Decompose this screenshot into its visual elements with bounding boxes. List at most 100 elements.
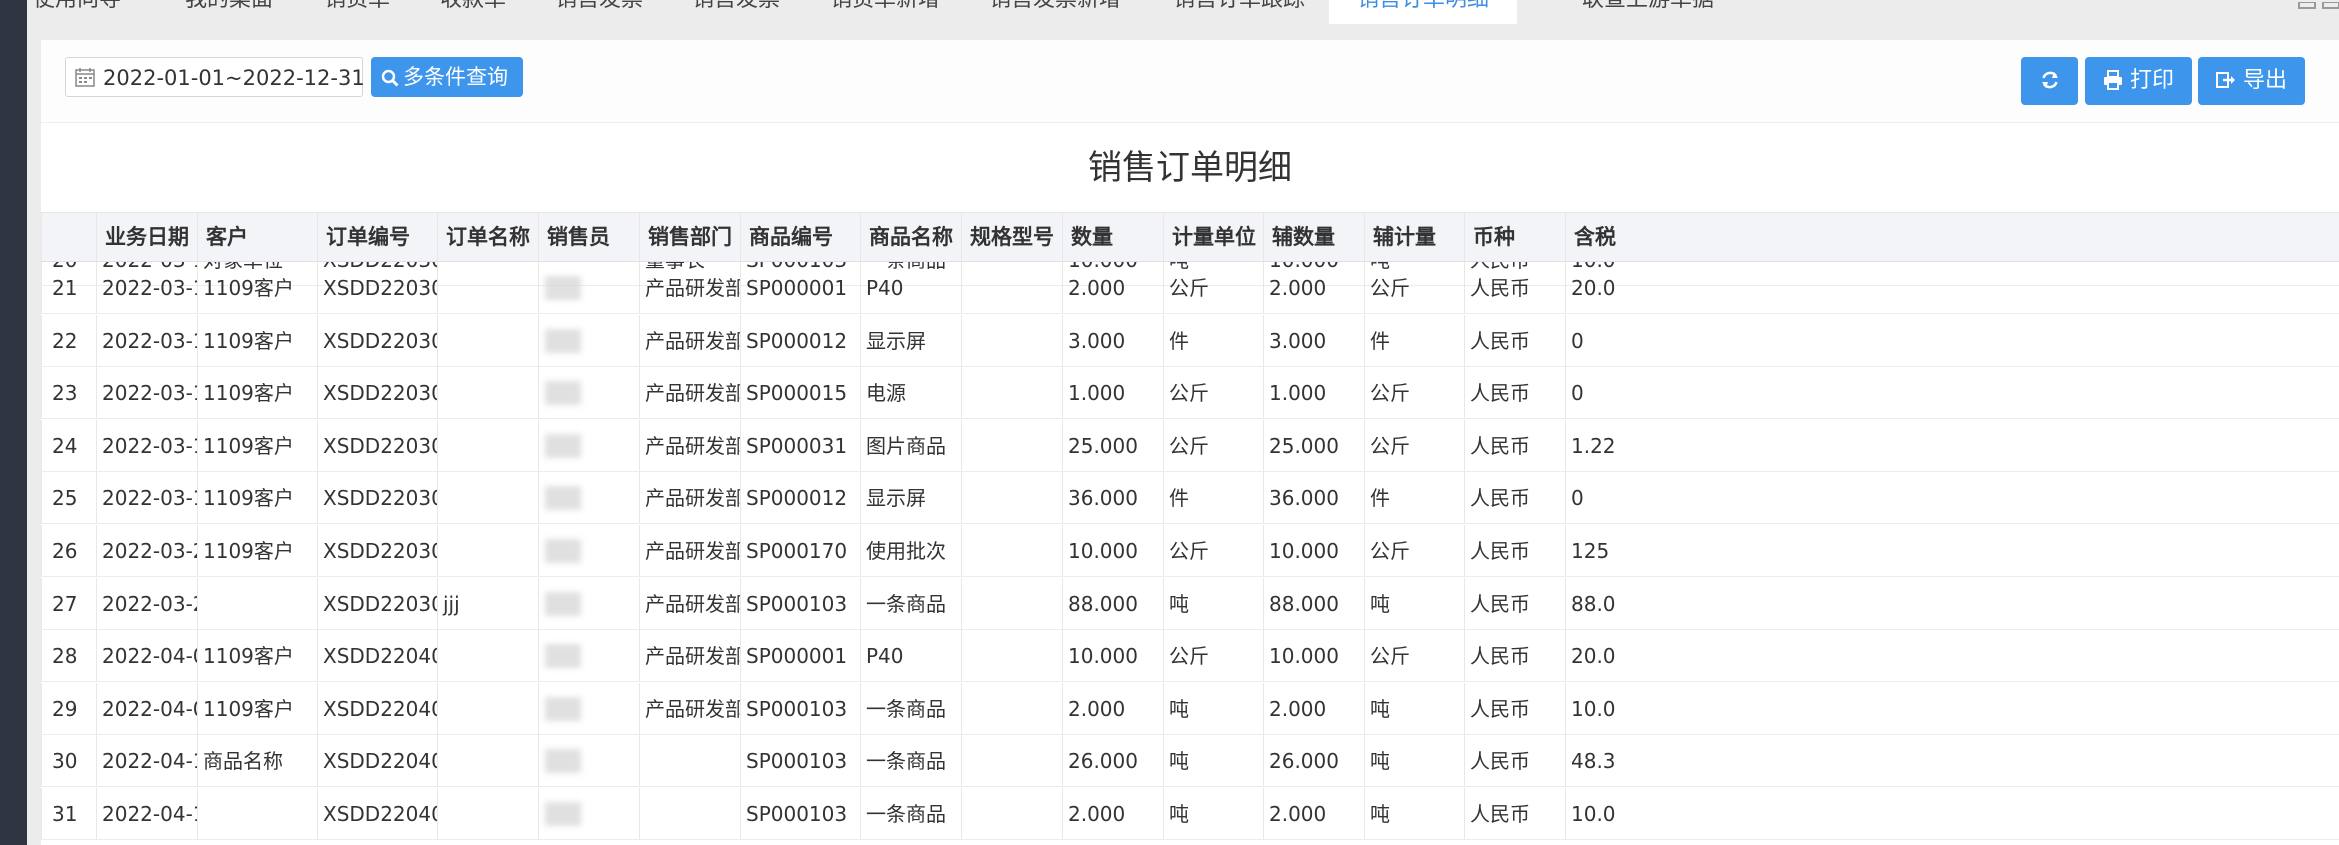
cell-currency: 人民币 xyxy=(1464,419,1565,471)
tab-sales-invoice-2[interactable]: 销售发票 xyxy=(692,0,780,24)
table-row[interactable]: 252022-03-191109客户XSDD22030020 产品研发部SP000… xyxy=(41,472,2339,525)
tab-order-tracking[interactable]: 销售订单跟踪 xyxy=(1173,0,1305,24)
header-customer[interactable]: 客户 xyxy=(197,213,317,261)
search-icon xyxy=(381,69,399,87)
cell-qty: 3.000 xyxy=(1062,314,1163,366)
cell-customer: 1109客户 xyxy=(197,419,317,471)
cell-customer: 1109客户 xyxy=(197,262,317,313)
cell-unit: 公斤 xyxy=(1163,262,1263,313)
cell-tax: 48.3 xyxy=(1565,735,1625,787)
cell-idx: 28 xyxy=(41,630,96,682)
cell-aux-unit: 公斤 xyxy=(1364,367,1464,419)
refresh-icon xyxy=(2041,71,2058,89)
header-unit[interactable]: 计量单位 xyxy=(1163,213,1263,261)
table-row[interactable]: 282022-04-021109客户XSDD22040001 产品研发部SP000… xyxy=(41,630,2339,683)
cell-idx: 21 xyxy=(41,262,96,313)
cell-date: 2022-03-19 xyxy=(96,262,197,313)
tab-sales-invoice[interactable]: 销售发票 xyxy=(555,0,643,24)
tab-new-delivery[interactable]: 销货单新增 xyxy=(830,0,940,24)
cell-product-no: SP000015 xyxy=(740,367,860,419)
cell-aux-qty: 2.000 xyxy=(1263,682,1364,734)
table-row[interactable]: 232022-03-191109客户XSDD22030019 产品研发部SP000… xyxy=(41,367,2339,420)
redacted-salesperson xyxy=(545,591,581,616)
cell-customer: 商品名称 xyxy=(197,735,317,787)
header-date[interactable]: 业务日期 xyxy=(96,213,197,261)
redacted-salesperson xyxy=(545,644,581,669)
cell-product-no: SP000031 xyxy=(740,419,860,471)
query-button-label: 多条件查询 xyxy=(403,65,508,89)
cell-tax: 0 xyxy=(1565,472,1625,524)
tab-my-desktop[interactable]: 我的桌面 xyxy=(185,0,273,24)
tab-guide[interactable]: 使用向导 xyxy=(33,0,121,24)
header-aux-unit[interactable]: 辅计量 xyxy=(1364,213,1464,261)
header-aux-qty[interactable]: 辅数量 xyxy=(1263,213,1364,261)
tab-sales-delivery[interactable]: 销货单 xyxy=(324,0,390,24)
tab-upstream-docs[interactable]: 联查上游单据 xyxy=(1582,0,1714,24)
cell-product-name: 显示屏 xyxy=(860,314,961,366)
table-row[interactable]: 312022-04-12 XSDD22040006 SP000103一条商品 2.00… xyxy=(41,788,2339,840)
cell-aux-qty: 2.000 xyxy=(1263,262,1364,313)
redacted-salesperson xyxy=(545,749,581,774)
header-salesperson[interactable]: 销售员 xyxy=(538,213,639,261)
cell-spec xyxy=(961,525,1062,576)
header-order-name[interactable]: 订单名称 xyxy=(437,213,538,261)
tab-order-detail[interactable]: 销售订单明细 xyxy=(1329,0,1518,24)
cell-idx: 30 xyxy=(41,735,96,787)
cell-aux-qty: 25.000 xyxy=(1263,419,1364,471)
cell-unit: 吨 xyxy=(1163,735,1263,787)
header-qty[interactable]: 数量 xyxy=(1062,213,1163,261)
cell-tax: 20.0 xyxy=(1565,262,1625,313)
header-order-no[interactable]: 订单编号 xyxy=(317,213,437,261)
multi-condition-query-button[interactable]: 多条件查询 xyxy=(371,57,523,97)
tab-bar: 使用向导 我的桌面 销货单 收款单 销售发票 销售发票 销货单新增 销售发票新增… xyxy=(27,0,2339,24)
cell-product-name: 使用批次 xyxy=(860,525,961,576)
table-row[interactable]: 242022-03-191109客户XSDD22030020 产品研发部SP000… xyxy=(41,419,2339,472)
cell-tax: 1.22 xyxy=(1565,419,1625,471)
table-row[interactable]: 262022-03-241109客户XSDD22030023 产品研发部SP000… xyxy=(41,525,2339,577)
cell-aux-unit: 件 xyxy=(1364,314,1464,366)
cell-currency: 人民币 xyxy=(1464,314,1565,366)
cell-currency: 人民币 xyxy=(1464,525,1565,576)
cell-date: 2022-04-02 xyxy=(96,630,197,682)
header-product-name[interactable]: 商品名称 xyxy=(860,213,961,261)
cell-salesperson xyxy=(538,367,639,419)
cell-customer: 1109客户 xyxy=(197,314,317,366)
cell-customer xyxy=(197,788,317,839)
tab-new-invoice[interactable]: 销售发票新增 xyxy=(989,0,1121,24)
date-range-input[interactable]: 2022-01-01~2022-12-31 xyxy=(65,57,365,97)
redacted-salesperson xyxy=(545,433,581,458)
print-button[interactable]: 打印 xyxy=(2085,57,2192,105)
header-currency[interactable]: 币种 xyxy=(1464,213,1565,261)
cell-currency: 人民币 xyxy=(1464,472,1565,524)
content-area: 2022-01-01~2022-12-31 多条件查询 打印 导出 销售订单明细… xyxy=(27,24,2339,845)
header-dept[interactable]: 销售部门 xyxy=(639,213,740,261)
table-row[interactable]: 302022-04-12商品名称XSDD22040005 SP000103一条商品… xyxy=(41,735,2339,788)
cell-aux-unit: 公斤 xyxy=(1364,630,1464,682)
table-row[interactable]: 212022-03-191109客户XSDD22030019 产品研发部SP000… xyxy=(41,262,2339,314)
refresh-button[interactable] xyxy=(2021,57,2078,105)
header-product-no[interactable]: 商品编号 xyxy=(740,213,860,261)
export-button[interactable]: 导出 xyxy=(2198,57,2305,105)
header-spec[interactable]: 规格型号 xyxy=(961,213,1062,261)
cell-product-name: 显示屏 xyxy=(860,472,961,524)
cell-aux-qty: 10.000 xyxy=(1263,630,1364,682)
cell-idx: 25 xyxy=(41,472,96,524)
cell-spec xyxy=(961,682,1062,734)
header-tax-inclusive[interactable]: 含税 xyxy=(1565,213,1625,261)
cell-spec xyxy=(961,419,1062,471)
table-row[interactable]: 292022-04-021109客户XSDD22040002 产品研发部SP000… xyxy=(41,682,2339,735)
table-row[interactable]: 272022-03-24 XSDD22030024jjj 产品研发部SP000103… xyxy=(41,577,2339,630)
cell-currency: 人民币 xyxy=(1464,630,1565,682)
cell-dept: 产品研发部 xyxy=(639,577,740,629)
table-row[interactable]: 222022-03-191109客户XSDD22030019 产品研发部SP000… xyxy=(41,314,2339,367)
cell-unit: 公斤 xyxy=(1163,525,1263,576)
cell-date: 2022-04-12 xyxy=(96,735,197,787)
cell-order-no: XSDD22040005 xyxy=(317,735,437,787)
cell-qty: 2.000 xyxy=(1062,262,1163,313)
cell-order-name: jjj xyxy=(437,577,538,629)
cell-aux-unit: 公斤 xyxy=(1364,262,1464,313)
report-panel: 2022-01-01~2022-12-31 多条件查询 打印 导出 销售订单明细… xyxy=(41,40,2339,845)
tab-receipt[interactable]: 收款单 xyxy=(440,0,506,24)
export-button-label: 导出 xyxy=(2243,68,2288,93)
cell-tax: 20.0 xyxy=(1565,630,1625,682)
